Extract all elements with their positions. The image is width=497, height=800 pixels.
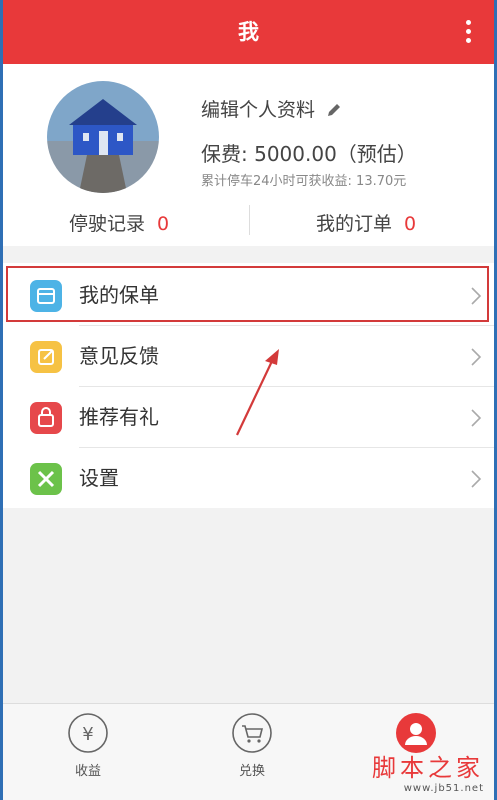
menu-label: 意见反馈 (79, 344, 159, 368)
my-orders-label: 我的订单 (316, 213, 393, 235)
my-orders-count: 0 (404, 213, 417, 235)
menu-label: 设置 (79, 466, 119, 490)
parking-records-button[interactable]: 停驶记录 0 (69, 209, 169, 236)
tab-label: 收益 (74, 764, 101, 779)
parking-records-label: 停驶记录 (69, 213, 146, 235)
tab-label: 兑换 (238, 764, 265, 779)
watermark-logo: 脚本之家 (372, 754, 484, 782)
more-options-icon[interactable] (458, 20, 478, 46)
tab-earnings[interactable]: ¥ 收益 (48, 712, 128, 779)
arrow-annotation-icon (236, 349, 279, 436)
premium-text: 保费: 5000.00（预估） (201, 142, 417, 166)
feedback-icon (30, 341, 62, 373)
chevron-right-icon (471, 409, 482, 427)
menu-item-settings[interactable]: 设置 (3, 448, 494, 509)
edit-profile-label: 编辑个人资料 (201, 99, 316, 121)
my-orders-button[interactable]: 我的订单 0 (316, 209, 416, 236)
stats-divider (249, 205, 250, 235)
cart-icon (232, 713, 272, 753)
edit-profile-link[interactable]: 编辑个人资料 (201, 95, 343, 122)
watermark: 脚本之家 www.jb51.net (372, 748, 484, 794)
highlight-box (6, 266, 489, 322)
pencil-icon (328, 104, 341, 116)
chevron-right-icon (471, 348, 482, 366)
chevron-right-icon (471, 470, 482, 488)
settings-icon (30, 463, 62, 495)
tab-exchange[interactable]: 兑换 (212, 712, 292, 779)
menu-label: 推荐有礼 (79, 405, 159, 429)
profile-card: 编辑个人资料 保费: 5000.00（预估） 累计停车24小时可获收益: 13.… (3, 64, 494, 246)
watermark-url: www.jb51.net (403, 783, 484, 794)
title-bar: 我 (3, 0, 494, 64)
gift-icon (30, 402, 62, 434)
svg-text:¥: ¥ (82, 724, 93, 745)
yen-icon: ¥ (68, 713, 108, 753)
avatar[interactable] (47, 81, 159, 193)
earnings-text: 累计停车24小时可获收益: 13.70元 (201, 174, 407, 189)
parking-records-count: 0 (157, 213, 170, 235)
screen: 我 编辑个人资料 保费: 5000.00（预估） 累计停车24小时可获收益: 1… (3, 0, 494, 800)
page-title: 我 (238, 20, 259, 44)
